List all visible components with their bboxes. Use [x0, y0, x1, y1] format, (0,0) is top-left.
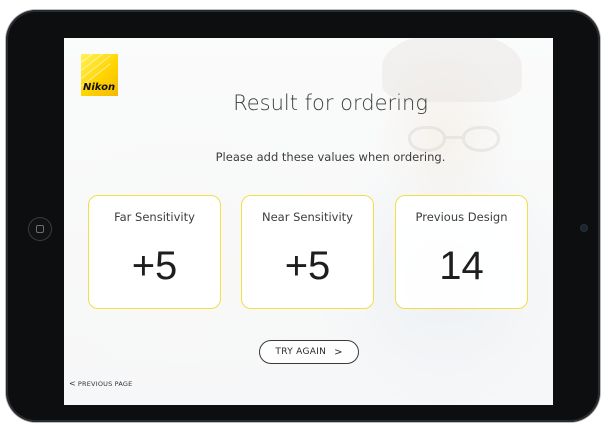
previous-design-card: Previous Design 14: [395, 195, 528, 309]
nikon-logo: Nikon: [81, 39, 118, 96]
near-sensitivity-card: Near Sensitivity +5: [241, 195, 374, 309]
card-label: Near Sensitivity: [262, 210, 353, 224]
try-again-label: TRY AGAIN: [275, 347, 327, 357]
card-value: +5: [284, 244, 331, 288]
home-square-icon: [36, 225, 44, 233]
page-subtitle: Please add these values when ordering.: [215, 150, 446, 164]
chevron-left-icon: <: [69, 379, 76, 388]
previous-page-label: PREVIOUS PAGE: [77, 379, 133, 388]
far-sensitivity-card: Far Sensitivity +5: [88, 195, 221, 309]
previous-page-link[interactable]: < PREVIOUS PAGE: [69, 379, 132, 388]
page-title: Result for ordering: [233, 91, 428, 115]
card-label: Previous Design: [415, 210, 508, 224]
home-button[interactable]: [28, 217, 52, 241]
try-again-button[interactable]: TRY AGAIN >: [259, 340, 359, 364]
card-label: Far Sensitivity: [114, 210, 195, 224]
card-value: 14: [439, 244, 484, 288]
chevron-right-icon: >: [334, 346, 343, 358]
camera-icon: [581, 225, 587, 231]
app-screen: Nikon Result for ordering Please add the…: [64, 38, 553, 405]
card-value: +5: [131, 244, 178, 288]
